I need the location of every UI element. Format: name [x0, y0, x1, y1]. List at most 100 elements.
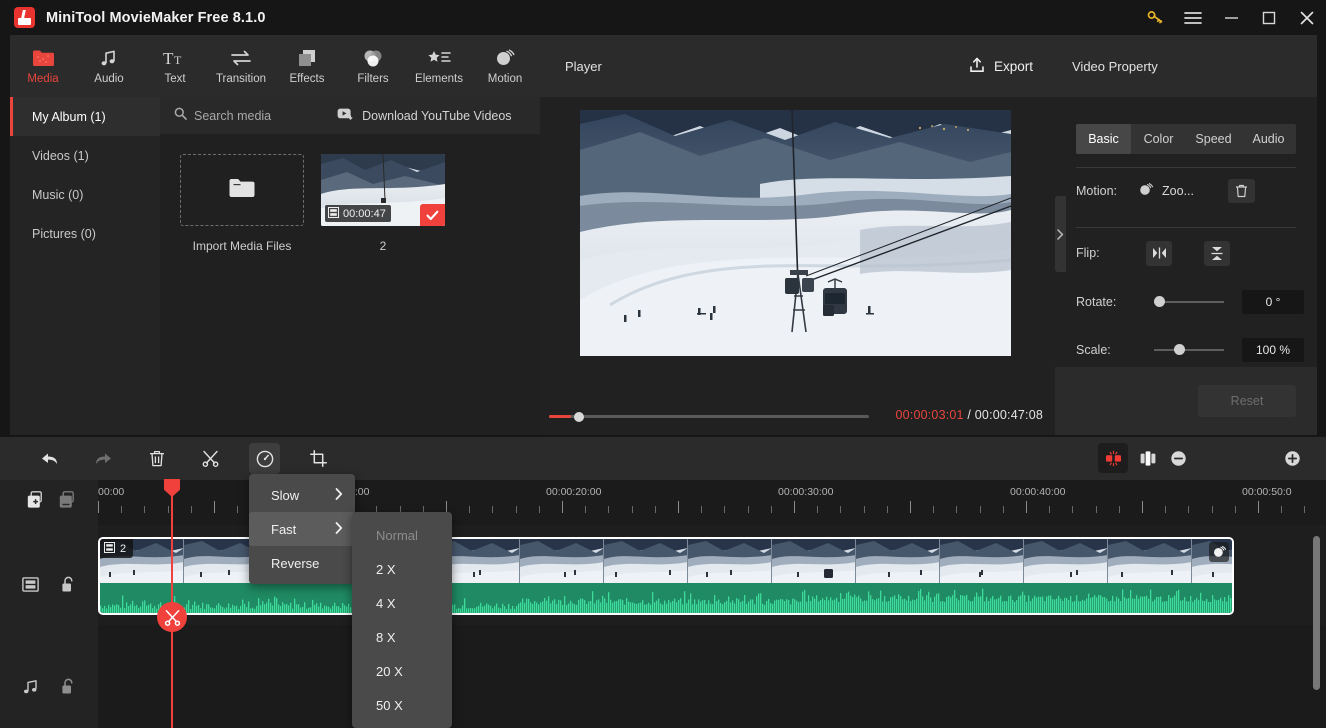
duration-text: 00:00:47	[343, 207, 386, 220]
ruler-label: 00:00:50:0	[1242, 486, 1292, 498]
undo-icon[interactable]	[34, 443, 65, 474]
submenu-item-normal[interactable]: Normal	[352, 518, 452, 552]
delete-motion-button[interactable]	[1227, 179, 1255, 203]
tab-filters[interactable]: Filters	[340, 35, 406, 97]
submenu-item-2x[interactable]: 2 X	[352, 552, 452, 586]
key-icon[interactable]	[1136, 0, 1174, 35]
sidebar-item-music[interactable]: Music (0)	[10, 175, 160, 214]
tab-elements[interactable]: Elements	[406, 35, 472, 97]
sidebar-item-my-album[interactable]: My Album (1)	[10, 97, 160, 136]
context-menu-item-reverse[interactable]: Reverse	[249, 546, 355, 580]
zoom-out-icon[interactable]	[1166, 443, 1190, 474]
tab-motion[interactable]: Motion	[472, 35, 538, 97]
speed-icon[interactable]	[249, 443, 280, 474]
tab-audio[interactable]: Audio	[1241, 124, 1296, 154]
redo-icon[interactable]	[88, 443, 119, 474]
seek-slider[interactable]	[549, 411, 869, 422]
tab-color[interactable]: Color	[1131, 124, 1186, 154]
add-track-icon[interactable]	[27, 490, 46, 515]
clip-name-text: 2	[120, 542, 127, 555]
flip-horizontal-icon[interactable]	[1146, 240, 1172, 266]
tab-label: Motion	[487, 73, 523, 85]
tab-media[interactable]: Media	[10, 35, 76, 97]
motion-value-chip[interactable]: Zoo...	[1138, 182, 1194, 200]
flip-vertical-icon[interactable]	[1204, 240, 1230, 266]
slider-handle[interactable]	[1154, 296, 1165, 307]
download-youtube-label: Download YouTube Videos	[362, 108, 512, 123]
music-note-icon	[99, 47, 119, 69]
crop-icon[interactable]	[303, 443, 334, 474]
split-marker-icon[interactable]	[157, 602, 187, 632]
sidebar-item-pictures[interactable]: Pictures (0)	[10, 214, 160, 253]
collapse-panel-handle[interactable]	[1055, 196, 1066, 272]
submenu-label: 20 X	[376, 663, 403, 679]
close-icon[interactable]	[1288, 0, 1326, 35]
chevron-right-icon	[335, 487, 343, 503]
motion-label: Motion:	[1076, 184, 1117, 198]
split-icon[interactable]	[195, 443, 226, 474]
media-grid: Import Media Files 00:00:47 2	[160, 134, 540, 253]
timeline-vertical-scrollbar[interactable]	[1313, 536, 1320, 690]
tab-effects[interactable]: Effects	[274, 35, 340, 97]
menu-icon[interactable]	[1174, 0, 1212, 35]
timeline: 00:00 00:00:10:00 00:00:20:00 00:00:30:0…	[0, 480, 1326, 728]
app-title: MiniTool MovieMaker Free 8.1.0	[46, 9, 266, 26]
submenu-item-20x[interactable]: 20 X	[352, 654, 452, 688]
context-menu-item-slow[interactable]: Slow	[249, 478, 355, 512]
minimize-icon[interactable]	[1212, 0, 1250, 35]
ruler-label: 00:00:20:00	[546, 486, 602, 498]
tab-label: Audio	[94, 73, 124, 85]
delete-icon[interactable]	[141, 443, 172, 474]
reset-button[interactable]: Reset	[1198, 385, 1296, 417]
duplicate-track-icon[interactable]	[59, 490, 78, 515]
split-clip-icon[interactable]	[1132, 443, 1163, 474]
download-youtube-button[interactable]: Download YouTube Videos	[337, 107, 512, 125]
submenu-label: 4 X	[376, 595, 396, 611]
timeline-track-headers	[0, 480, 98, 728]
split-all-icon[interactable]	[1098, 443, 1128, 473]
video-track-unlock-icon[interactable]	[61, 576, 76, 598]
export-button[interactable]: Export	[969, 57, 1033, 76]
import-media-tile[interactable]: Import Media Files	[180, 154, 304, 253]
tab-text[interactable]: TT Text	[142, 35, 208, 97]
rotate-value[interactable]: 0 °	[1242, 290, 1304, 314]
seek-progress-fill	[549, 415, 571, 418]
tab-label: Text	[164, 73, 186, 85]
tab-label: Basic	[1088, 132, 1119, 146]
zoom-in-icon[interactable]	[1280, 443, 1304, 474]
motion-badge-icon[interactable]	[1209, 542, 1229, 562]
slider-handle[interactable]	[1174, 344, 1185, 355]
tab-basic[interactable]: Basic	[1076, 124, 1131, 154]
clip-frame	[520, 539, 604, 587]
svg-text:T: T	[174, 53, 182, 67]
title-bar: MiniTool MovieMaker Free 8.1.0	[0, 0, 1326, 35]
media-panel-header: Search media Download YouTube Videos	[160, 97, 540, 134]
context-menu-item-fast[interactable]: Fast	[249, 512, 355, 546]
submenu-item-8x[interactable]: 8 X	[352, 620, 452, 654]
export-icon	[969, 57, 985, 76]
sidebar-item-videos[interactable]: Videos (1)	[10, 136, 160, 175]
submenu-item-4x[interactable]: 4 X	[352, 586, 452, 620]
scale-value[interactable]: 100 %	[1242, 338, 1304, 362]
video-preview[interactable]	[580, 110, 1011, 356]
motion-icon	[1138, 182, 1154, 200]
audio-track-unlock-icon[interactable]	[61, 678, 76, 700]
media-thumbnail[interactable]: 00:00:47	[321, 154, 445, 226]
playhead[interactable]	[157, 479, 187, 728]
clip-frame	[604, 539, 688, 587]
speed-context-menu: Slow Fast Reverse	[249, 474, 355, 584]
search-input[interactable]: Search media	[174, 107, 271, 125]
seek-handle[interactable]	[574, 411, 584, 422]
maximize-icon[interactable]	[1250, 0, 1288, 35]
selected-check-icon[interactable]	[420, 204, 445, 226]
tab-speed[interactable]: Speed	[1186, 124, 1241, 154]
current-time: 00:00:03:01	[895, 408, 964, 422]
tab-transition[interactable]: Transition	[208, 35, 274, 97]
rotate-slider[interactable]	[1154, 296, 1224, 308]
media-item[interactable]: 00:00:47 2	[321, 154, 445, 253]
submenu-item-50x[interactable]: 50 X	[352, 688, 452, 722]
audio-track[interactable]	[98, 625, 1326, 705]
import-dropzone[interactable]	[180, 154, 304, 226]
scale-slider[interactable]	[1154, 344, 1224, 356]
tab-audio[interactable]: Audio	[76, 35, 142, 97]
